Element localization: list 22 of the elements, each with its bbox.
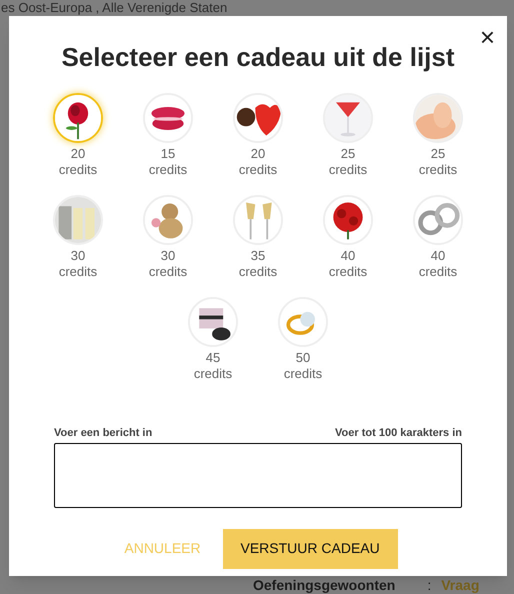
gift-option[interactable]: 30 credits <box>33 195 123 297</box>
gift-option[interactable]: 40 credits <box>393 195 483 297</box>
gift-option[interactable]: 45 credits <box>168 297 258 399</box>
header-text: es Oost-Europa , Alle Verenigde Staten <box>1 0 228 15</box>
gift-option[interactable]: 35 credits <box>213 195 303 297</box>
gift-option[interactable]: 25 credits <box>303 93 393 195</box>
message-field[interactable] <box>54 442 462 508</box>
gift-option[interactable]: 30 credits <box>123 195 213 297</box>
gift-option[interactable]: 25 credits <box>393 93 483 195</box>
dialog-title: Selecteer een cadeau uit de lijst <box>61 41 455 74</box>
field-value: Vraag <box>441 577 480 593</box>
gift-option[interactable]: 20 credits <box>33 93 123 195</box>
send-button[interactable]: VERSTUUR CADEAU <box>222 528 398 568</box>
gift-option[interactable]: 15 credits <box>123 93 213 195</box>
gift-option[interactable]: 40 credits <box>303 195 393 297</box>
message-label: Voer een bericht in <box>54 426 152 441</box>
limit-label: Voer tot 100 karakters in <box>335 426 462 441</box>
close-button[interactable]: × <box>480 24 495 50</box>
gift-option[interactable]: 50 credits <box>258 297 348 399</box>
gift-option[interactable]: 20 credits <box>213 93 303 195</box>
field-label: Oefeningsgewoonten <box>253 577 396 593</box>
separator: : <box>427 577 432 593</box>
